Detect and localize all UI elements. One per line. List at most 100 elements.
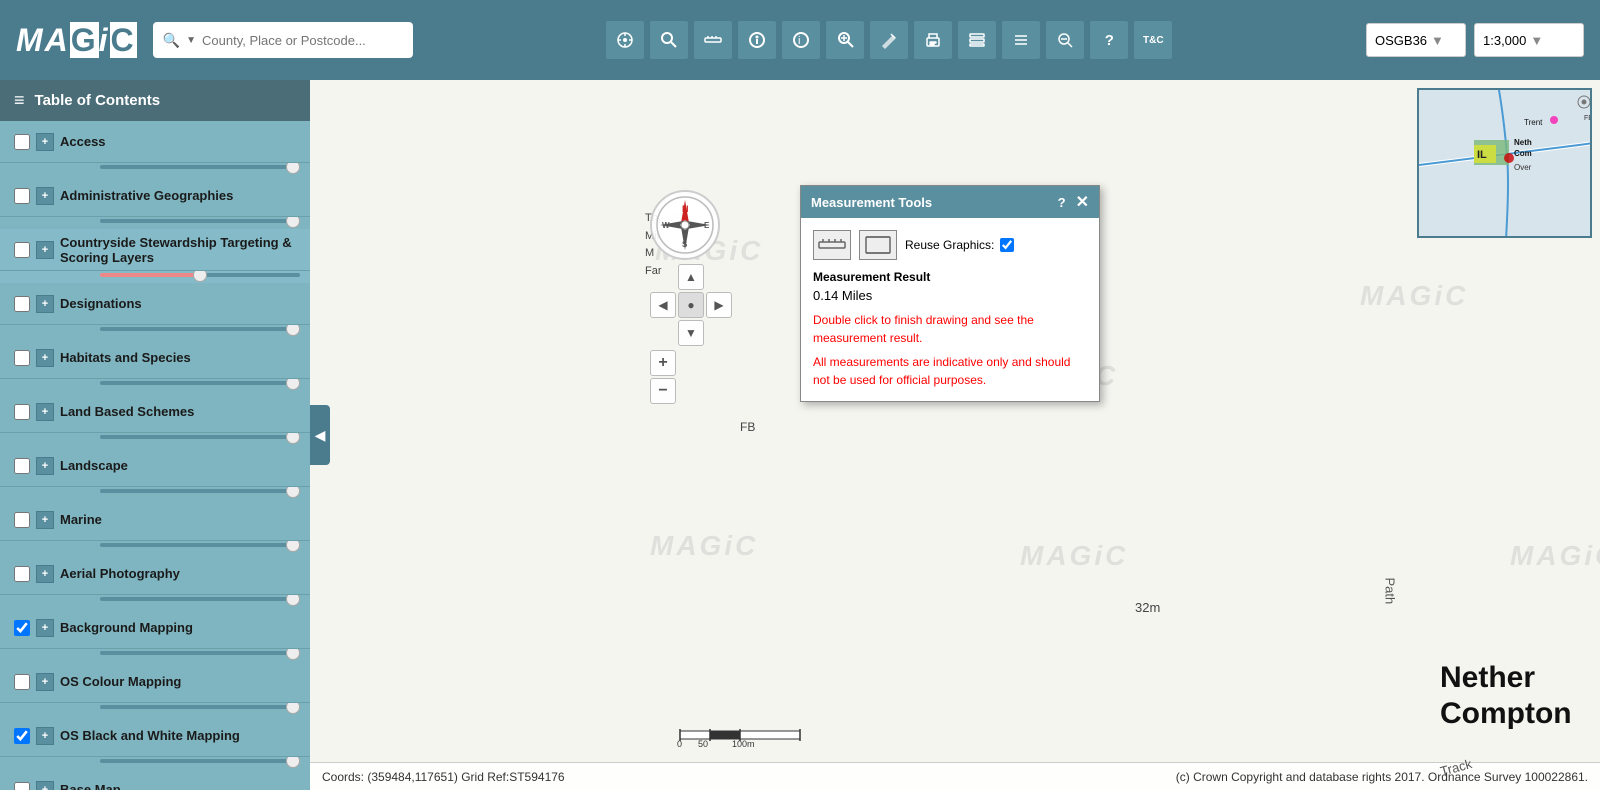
layer-slider-row-bg [0, 649, 310, 661]
layer-expand-base-map[interactable]: + [36, 781, 54, 790]
layer-slider-os-bw[interactable] [100, 759, 300, 763]
layers-icon: ≡ [14, 90, 25, 111]
list-button[interactable] [1001, 20, 1041, 60]
layer-item-background: + Background Mapping [0, 607, 310, 649]
layer-label-os-colour: OS Colour Mapping [60, 674, 300, 689]
coord-bar: Coords: (359484,117651) Grid Ref:ST59417… [310, 762, 1600, 790]
pan-left-button[interactable]: ◀ [650, 292, 676, 318]
layer-slider-row-osc [0, 703, 310, 715]
layer-checkbox-os-bw[interactable] [14, 728, 30, 744]
layer-checkbox-background[interactable] [14, 620, 30, 636]
toc-title: Table of Contents [35, 92, 161, 109]
layer-expand-designations[interactable]: + [36, 295, 54, 313]
layer-label-marine: Marine [60, 512, 300, 527]
layer-label-background: Background Mapping [60, 620, 300, 635]
map-tools-button[interactable] [605, 20, 645, 60]
layer-item-aerial: + Aerial Photography [0, 553, 310, 595]
zoom-out-button[interactable]: − [650, 378, 676, 404]
layer-expand-land-schemes[interactable]: + [36, 403, 54, 421]
coord-dropdown-arrow: ▼ [1431, 33, 1444, 48]
layer-label-admin-geo: Administrative Geographies [60, 188, 300, 203]
svg-text:0: 0 [677, 739, 682, 749]
measurement-close-button[interactable]: ✕ [1076, 192, 1089, 212]
sidebar-toggle[interactable]: ◀ [310, 405, 330, 465]
toolbar-center: i ? T&C [429, 20, 1350, 60]
layer-checkbox-marine[interactable] [14, 512, 30, 528]
layer-expand-os-colour[interactable]: + [36, 673, 54, 691]
layer-slider-os-colour[interactable] [100, 705, 300, 709]
pan-center-button[interactable]: ● [678, 292, 704, 318]
main-layout: ≡ Table of Contents + Access + Administr… [0, 80, 1600, 790]
measurement-help-button[interactable]: ? [1058, 195, 1066, 210]
scale-select[interactable]: 1:3,000 ▼ [1474, 23, 1584, 57]
layer-label-aerial: Aerial Photography [60, 566, 300, 581]
search-button[interactable] [649, 20, 689, 60]
layer-expand-landscape[interactable]: + [36, 457, 54, 475]
measure-button[interactable] [693, 20, 733, 60]
layer-item-base-map: + Base Map [0, 769, 310, 790]
app-logo[interactable]: MAGiC [16, 22, 137, 59]
layer-checkbox-land-schemes[interactable] [14, 404, 30, 420]
search2-button[interactable] [1045, 20, 1085, 60]
layer-expand-access[interactable]: + [36, 133, 54, 151]
layer-expand-aerial[interactable]: + [36, 565, 54, 583]
layer-checkbox-aerial[interactable] [14, 566, 30, 582]
info-button[interactable]: i [781, 20, 821, 60]
pan-up-button[interactable]: ▲ [678, 264, 704, 290]
mini-map[interactable]: IL Neth Com Over Trent FB [1417, 88, 1592, 238]
layer-slider-designations[interactable] [100, 327, 300, 331]
query-button[interactable] [825, 20, 865, 60]
pan-right-button[interactable]: ▶ [706, 292, 732, 318]
layer-slider-row-admin [0, 217, 310, 229]
layers-button[interactable] [957, 20, 997, 60]
layer-slider-land-schemes[interactable] [100, 435, 300, 439]
layer-checkbox-os-colour[interactable] [14, 674, 30, 690]
layer-slider-row-land [0, 433, 310, 445]
search-dropdown-arrow[interactable]: ▼ [186, 35, 196, 46]
help-button[interactable]: ? [1089, 20, 1129, 60]
layer-slider-cs-targeting[interactable] [100, 273, 300, 277]
layer-checkbox-access[interactable] [14, 134, 30, 150]
layer-expand-os-bw[interactable]: + [36, 727, 54, 745]
layer-slider-aerial[interactable] [100, 597, 300, 601]
layer-checkbox-designations[interactable] [14, 296, 30, 312]
measure-area-button[interactable] [859, 230, 897, 260]
layer-slider-marine[interactable] [100, 543, 300, 547]
measurement-dialog: Measurement Tools ? ✕ [800, 185, 1100, 402]
layer-slider-row-aerial [0, 595, 310, 607]
layer-expand-marine[interactable]: + [36, 511, 54, 529]
layer-expand-cs-targeting[interactable]: + [36, 241, 54, 259]
place-label-nether-compton: NetherCompton [1440, 660, 1572, 732]
identify-button[interactable] [737, 20, 777, 60]
layer-slider-background[interactable] [100, 651, 300, 655]
layer-slider-access[interactable] [100, 165, 300, 169]
scale-dropdown-arrow: ▼ [1530, 33, 1543, 48]
layer-checkbox-habitats[interactable] [14, 350, 30, 366]
draw-button[interactable] [869, 20, 909, 60]
layer-item-land-schemes: + Land Based Schemes [0, 391, 310, 433]
print-button[interactable] [913, 20, 953, 60]
map-area[interactable]: MAGiC MAGiC MAGiC MAGiC MAGiC MAGiC Neth… [310, 80, 1600, 790]
layer-checkbox-landscape[interactable] [14, 458, 30, 474]
layer-checkbox-base-map[interactable] [14, 782, 30, 790]
tc-button[interactable]: T&C [1133, 20, 1173, 60]
svg-text:100m: 100m [732, 739, 755, 749]
svg-text:IL: IL [1477, 149, 1487, 161]
coord-system-select[interactable]: OSGB36 ▼ [1366, 23, 1466, 57]
measure-distance-button[interactable] [813, 230, 851, 260]
layer-slider-admin-geo[interactable] [100, 219, 300, 223]
layer-slider-row-des [0, 325, 310, 337]
layer-slider-row-osbw [0, 757, 310, 769]
layer-expand-background[interactable]: + [36, 619, 54, 637]
pan-down-button[interactable]: ▼ [678, 320, 704, 346]
search-input[interactable] [202, 33, 403, 48]
layer-slider-landscape[interactable] [100, 489, 300, 493]
layer-expand-admin-geo[interactable]: + [36, 187, 54, 205]
layer-checkbox-admin-geo[interactable] [14, 188, 30, 204]
layer-slider-habitats[interactable] [100, 381, 300, 385]
layer-expand-habitats[interactable]: + [36, 349, 54, 367]
zoom-in-button[interactable]: + [650, 350, 676, 376]
reuse-graphics-checkbox[interactable] [1000, 238, 1014, 252]
layer-checkbox-cs-targeting[interactable] [14, 242, 30, 258]
measure-icons-row: Reuse Graphics: [813, 230, 1087, 260]
